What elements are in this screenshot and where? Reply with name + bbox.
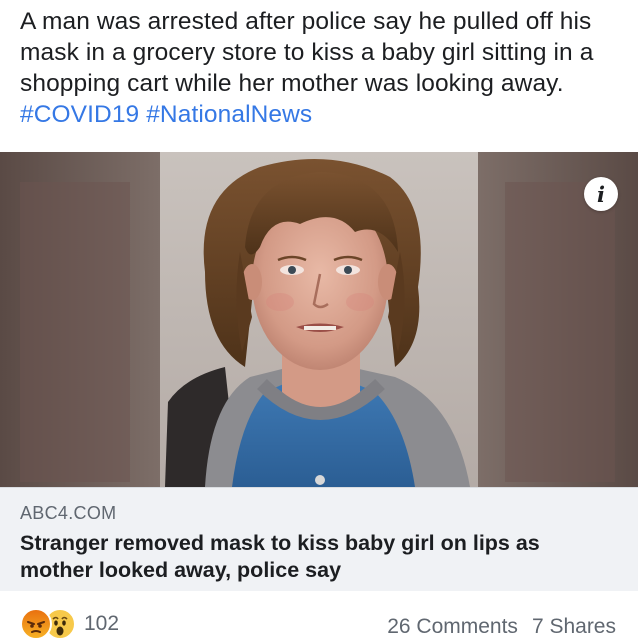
post-text: A man was arrested after police say he p… bbox=[20, 6, 626, 130]
shares-count[interactable]: 7 Shares bbox=[532, 615, 616, 638]
link-domain: ABC4.COM bbox=[20, 503, 117, 523]
link-title: Stranger removed mask to kiss baby girl … bbox=[20, 530, 610, 584]
link-preview-card[interactable]: ABC4.COM Stranger removed mask to kiss b… bbox=[0, 487, 638, 591]
post-text-line: mask in a grocery store to kiss a baby g… bbox=[20, 39, 594, 66]
reaction-count: 102 bbox=[84, 612, 120, 635]
engagement-counts: 26 Comments 7 Shares bbox=[387, 615, 616, 639]
mugshot-photo bbox=[0, 152, 638, 487]
post-footer: 102 26 Comments 7 Shares bbox=[0, 605, 638, 640]
hashtag-nationalnews[interactable]: #NationalNews bbox=[146, 101, 312, 128]
facebook-post: A man was arrested after police say he p… bbox=[0, 0, 638, 640]
hashtag-line: #COVID19 #NationalNews bbox=[20, 99, 626, 130]
comments-count[interactable]: 26 Comments bbox=[387, 615, 518, 638]
info-icon[interactable]: i bbox=[584, 177, 618, 211]
post-text-line: A man was arrested after police say he p… bbox=[20, 8, 592, 35]
link-preview-image[interactable]: i bbox=[0, 152, 638, 487]
reactions-summary[interactable]: 102 bbox=[20, 608, 120, 640]
link-title-line: mother looked away, police say bbox=[20, 558, 342, 582]
angry-reaction-icon bbox=[20, 608, 52, 640]
post-text-line: shopping cart while her mother was looki… bbox=[20, 70, 564, 97]
link-title-line: Stranger removed mask to kiss baby girl … bbox=[20, 531, 540, 555]
hashtag-covid19[interactable]: #COVID19 bbox=[20, 101, 139, 128]
